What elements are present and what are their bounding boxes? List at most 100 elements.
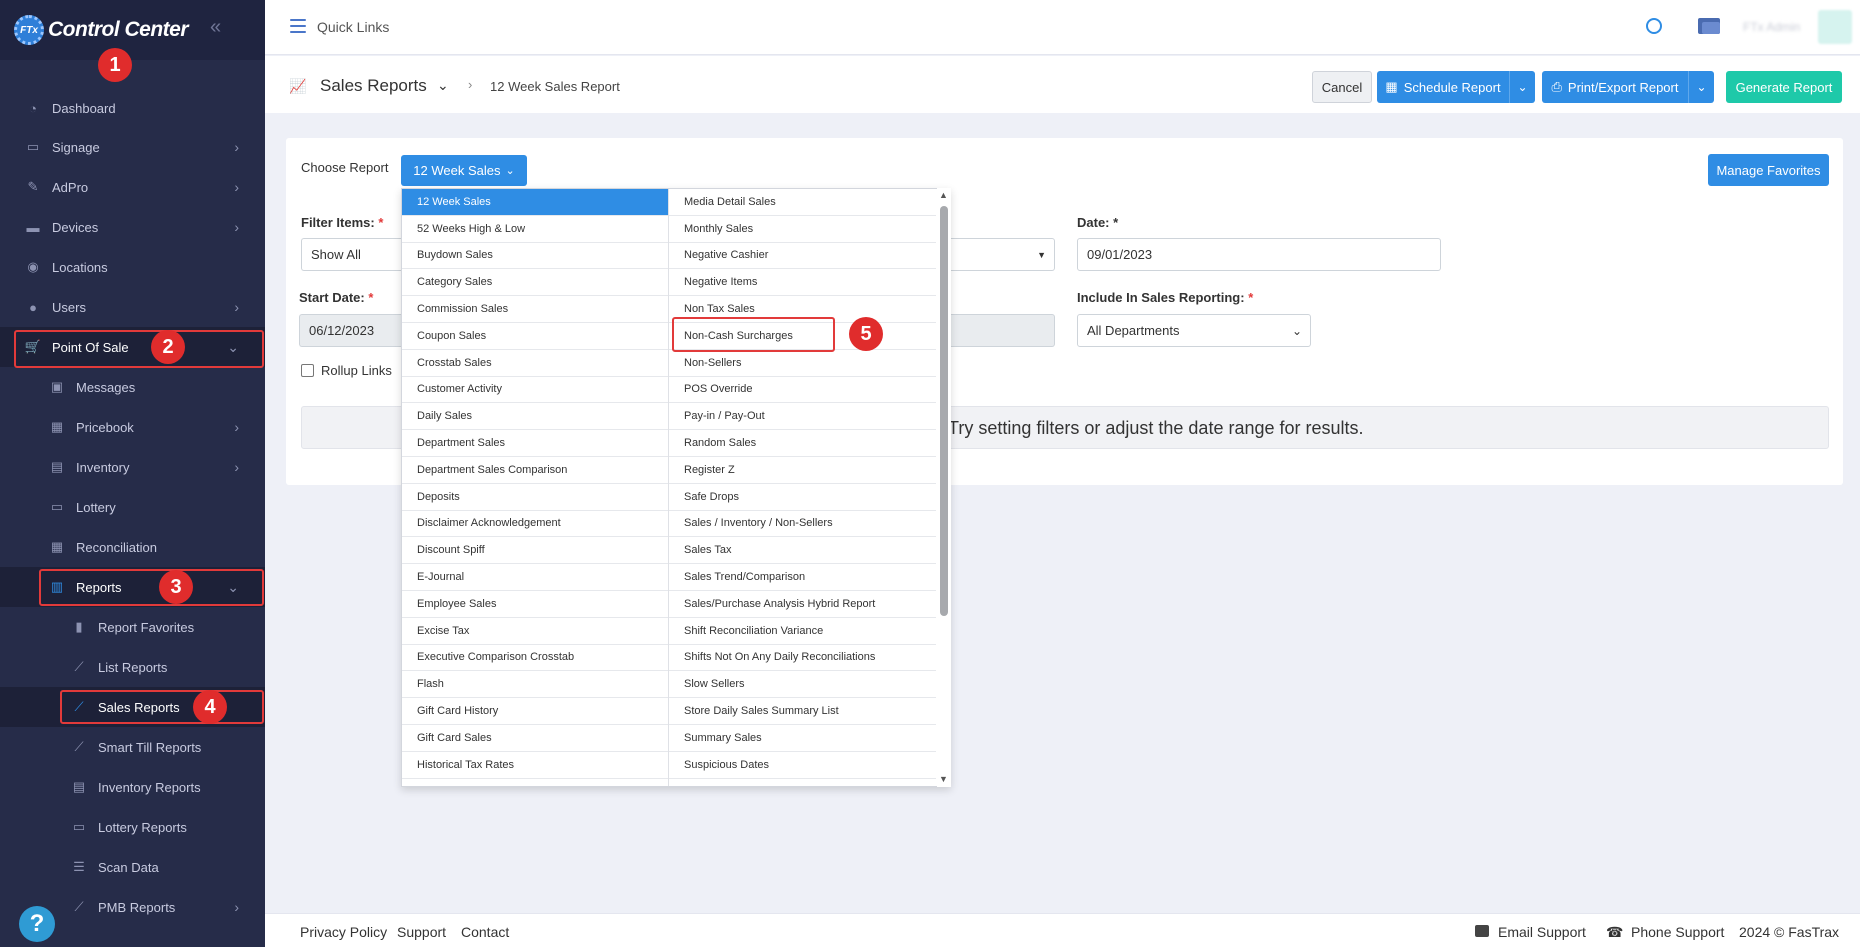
report-option-flash[interactable]: Flash [402,671,668,699]
filter-items-select[interactable]: Show All [301,238,401,271]
report-option-crosstab-sales[interactable]: Crosstab Sales [402,350,668,377]
report-option-gift-card-sales[interactable]: Gift Card Sales [402,725,668,752]
report-option-sales-inventory-non-sellers[interactable]: Sales / Inventory / Non-Sellers [669,511,936,538]
dropdown-scrollbar-thumb[interactable] [940,206,948,616]
avatar[interactable] [1818,10,1852,44]
scroll-up-icon[interactable]: ▲ [939,190,948,200]
page-title[interactable]: Sales Reports [320,76,427,96]
support-link[interactable]: Support [397,924,446,940]
report-option-pay-in-pay-out[interactable]: Pay-in / Pay-Out [669,403,936,431]
report-option-department-sales[interactable]: Department Sales [402,430,668,457]
choose-report-dropdown[interactable]: 12 Week Sales ⌄ [401,155,527,186]
search-icon[interactable] [1646,18,1662,34]
print-export-dropdown-toggle[interactable]: ⌄ [1688,71,1714,103]
report-option-sales-tax[interactable]: Sales Tax [669,537,936,565]
report-option-discount-spiff[interactable]: Discount Spiff [402,537,668,565]
generate-report-button[interactable]: Generate Report [1726,71,1842,103]
help-icon[interactable]: ? [19,906,55,942]
sidebar-item-report-favorites[interactable]: ▮ Report Favorites [0,607,265,647]
report-option-historical-tax-rates[interactable]: Historical Tax Rates [402,752,668,779]
report-option-random-sales[interactable]: Random Sales [669,430,936,457]
report-option-negative-items[interactable]: Negative Items [669,269,936,297]
report-option-deposits[interactable]: Deposits [402,484,668,511]
sidebar-item-scan-data[interactable]: ☰ Scan Data [0,847,265,887]
report-option-disclaimer-acknowledgement[interactable]: Disclaimer Acknowledgement [402,511,668,538]
user-name[interactable]: FTx Admin [1743,20,1800,34]
schedule-report-button[interactable]: ▦ Schedule Report [1377,71,1509,103]
report-option-media-detail-sales[interactable]: Media Detail Sales [669,189,936,216]
report-option-register-z[interactable]: Register Z [669,457,936,484]
rollup-links-checkbox[interactable] [301,364,314,377]
sidebar-item-dashboard[interactable]: ◔ Dashboard [0,88,265,128]
cancel-button[interactable]: Cancel [1312,71,1372,103]
page-header: 📈 Sales Reports ⌄ › 12 Week Sales Report… [265,56,1860,113]
report-option-store-daily-sales-summary-list[interactable]: Store Daily Sales Summary List [669,698,936,725]
manage-favorites-button[interactable]: Manage Favorites [1708,154,1829,186]
sidebar-item-users[interactable]: ● Users › [0,287,265,327]
report-option-negative-cashier[interactable]: Negative Cashier [669,243,936,270]
sidebar-item-lottery[interactable]: ▭ Lottery [0,487,265,527]
chat-icon[interactable] [1698,18,1720,34]
sidebar-item-devices[interactable]: ▬ Devices › [0,207,265,247]
filter-items-select-arrow[interactable]: ▼ [951,238,1055,271]
line-chart-icon: ⟋ [74,899,84,914]
report-option-sales-purchase-analysis-hybrid-report[interactable]: Sales/Purchase Analysis Hybrid Report [669,591,936,618]
sidebar-item-locations[interactable]: ◉ Locations [0,247,265,287]
report-option-summary-sales[interactable]: Summary Sales [669,725,936,752]
report-option-commission-sales[interactable]: Commission Sales [402,296,668,323]
report-option-12-week-sales[interactable]: 12 Week Sales [402,189,668,216]
report-option-slow-sellers[interactable]: Slow Sellers [669,671,936,699]
sidebar-item-reconciliation[interactable]: ▦ Reconciliation [0,527,265,567]
sidebar-item-messages[interactable]: ▣ Messages [0,367,265,407]
menu-icon[interactable] [290,19,306,33]
privacy-policy-link[interactable]: Privacy Policy [300,924,387,940]
calendar-icon: ▦ [1385,79,1398,94]
report-option-daily-sales[interactable]: Daily Sales [402,403,668,431]
collapse-sidebar-icon[interactable]: « [210,16,221,39]
report-option-category-sales[interactable]: Category Sales [402,269,668,297]
report-option-buydown-sales[interactable]: Buydown Sales [402,243,668,270]
report-option-customer-activity[interactable]: Customer Activity [402,377,668,404]
include-in-sales-reporting-select[interactable]: All Departments ⌄ [1077,314,1311,347]
report-option-e-journal[interactable]: E-Journal [402,564,668,591]
report-option-pos-override[interactable]: POS Override [669,377,936,404]
report-option-sales-trend-comparison[interactable]: Sales Trend/Comparison [669,564,936,591]
report-option-suspicious-dates[interactable]: Suspicious Dates [669,752,936,779]
report-option-employee-sales[interactable]: Employee Sales [402,591,668,618]
report-option-excise-tax[interactable]: Excise Tax [402,618,668,645]
report-option-shifts-not-on-any-daily-reconciliations[interactable]: Shifts Not On Any Daily Reconciliations [669,645,936,672]
contact-link[interactable]: Contact [461,924,509,940]
sidebar-item-inventory-reports[interactable]: ▤ Inventory Reports [0,767,265,807]
report-option-executive-comparison-crosstab[interactable]: Executive Comparison Crosstab [402,645,668,672]
sidebar-header: FTx Control Center [0,0,265,60]
report-option-coupon-sales[interactable]: Coupon Sales [402,323,668,350]
report-option-shift-reconciliation-variance[interactable]: Shift Reconciliation Variance [669,618,936,645]
report-option-monthly-sales[interactable]: Monthly Sales [669,216,936,243]
sidebar-item-smart-till-reports[interactable]: ⟋ Smart Till Reports [0,727,265,767]
date-input[interactable]: 09/01/2023 [1077,238,1441,271]
report-option-safe-drops[interactable]: Safe Drops [669,484,936,511]
report-option-system-discounts[interactable]: System Discounts [669,779,936,786]
sidebar-item-inventory[interactable]: ▤ Inventory › [0,447,265,487]
report-option-52-weeks-high-low[interactable]: 52 Weeks High & Low [402,216,668,243]
report-option-department-sales-comparison[interactable]: Department Sales Comparison [402,457,668,484]
envelope-icon [1475,925,1489,937]
schedule-report-dropdown-toggle[interactable]: ⌄ [1509,71,1535,103]
report-option-gift-card-history[interactable]: Gift Card History [402,698,668,725]
caret-down-icon: ▼ [1037,249,1046,260]
sidebar-item-lottery-reports[interactable]: ▭ Lottery Reports [0,807,265,847]
sidebar-item-list-reports[interactable]: ⟋ List Reports [0,647,265,687]
ticket-icon: ▭ [72,819,86,834]
email-support-link[interactable]: Email Support [1498,924,1586,940]
scroll-down-icon[interactable]: ▼ [939,774,948,784]
sidebar-item-signage[interactable]: ▭ Signage › [0,127,265,167]
report-option-non-sellers[interactable]: Non-Sellers [669,350,936,377]
sidebar-item-adpro[interactable]: ✎ AdPro › [0,167,265,207]
phone-support-link[interactable]: Phone Support [1631,924,1724,940]
report-option-hourly-sales[interactable]: Hourly Sales [402,779,668,786]
breadcrumb: 12 Week Sales Report [490,79,620,94]
print-export-report-button[interactable]: ⎙ Print/Export Report [1542,71,1688,103]
chevron-down-icon[interactable]: ⌄ [437,77,449,94]
sidebar-item-pricebook[interactable]: ▦ Pricebook › [0,407,265,447]
quick-links[interactable]: Quick Links [317,19,389,35]
